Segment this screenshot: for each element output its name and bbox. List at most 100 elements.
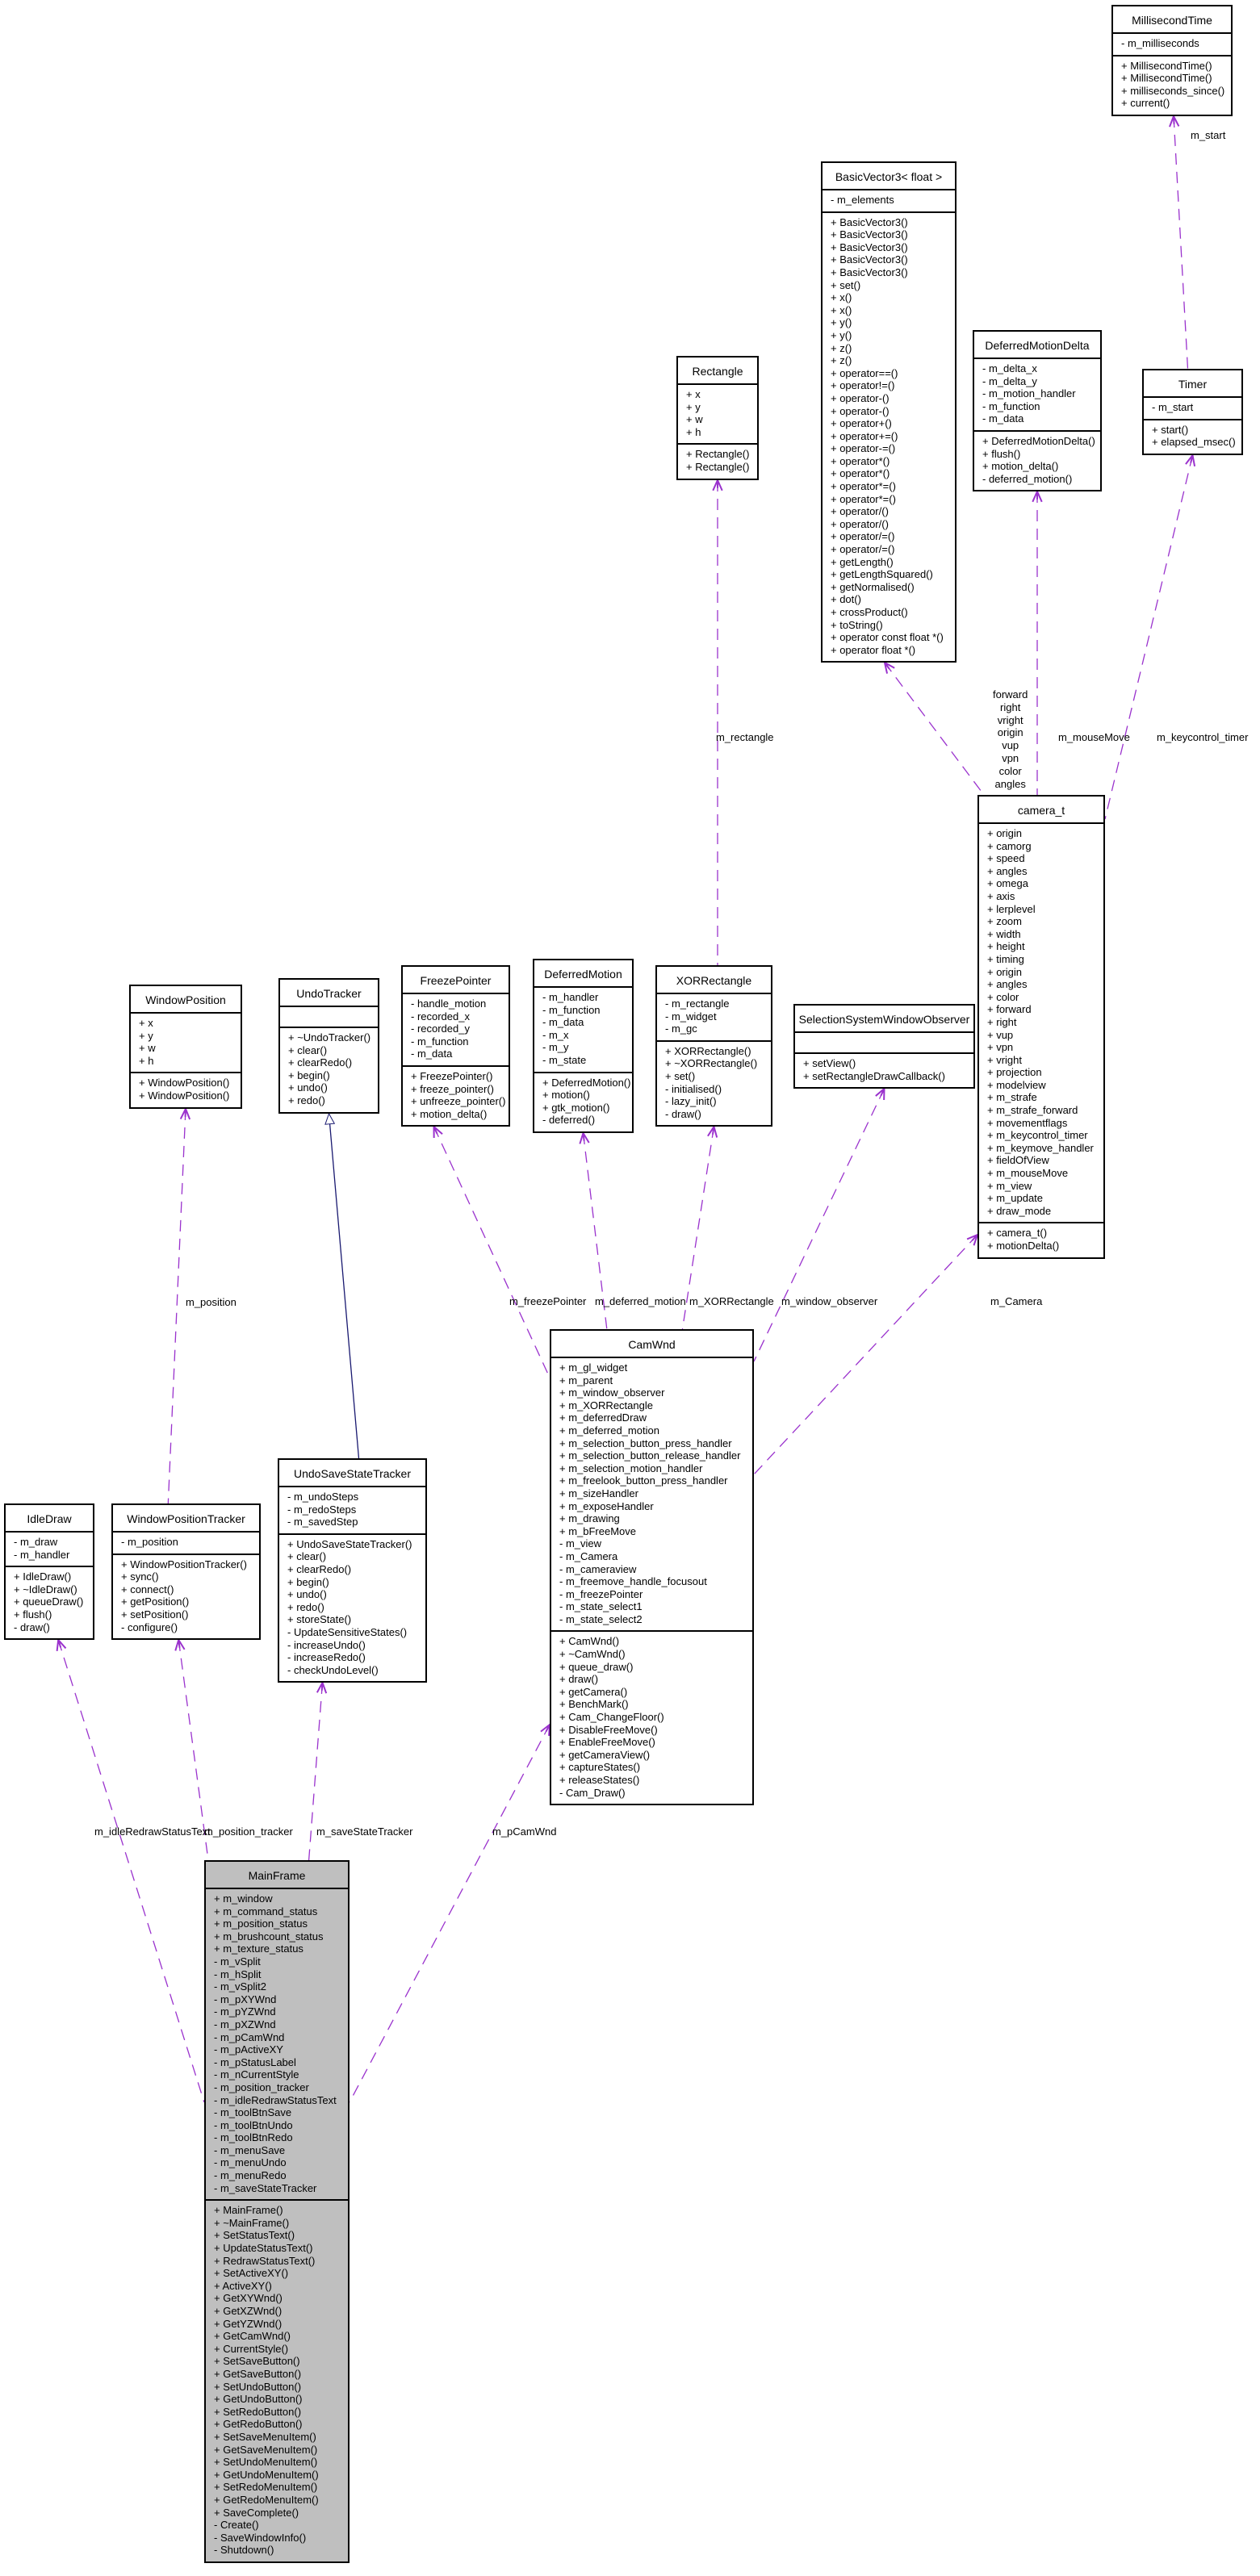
method: + IdleDraw()	[14, 1570, 72, 1583]
attribute: + w	[139, 1042, 156, 1055]
class-rectangle[interactable]: Rectangle + x + y + w + h + Rectangle() + Rect…	[676, 356, 759, 480]
method: + redo()	[287, 1600, 324, 1613]
attribute: + draw_mode	[987, 1204, 1052, 1217]
method: + start()	[1152, 423, 1189, 436]
attribute-list: - m_draw - m_handler	[6, 1533, 93, 1568]
method: + UpdateStatusText()	[214, 2242, 313, 2255]
method: + GetUndoButton()	[214, 2393, 303, 2406]
attribute: - recorded_y	[411, 1022, 470, 1035]
attribute: + h	[686, 425, 701, 438]
method: + operator==()	[831, 366, 898, 379]
method: + SetSaveMenuItem()	[214, 2430, 316, 2443]
attribute: - m_view	[559, 1537, 602, 1550]
class-main-frame[interactable]: MainFrame + m_window + m_command_status + m…	[204, 1860, 350, 2563]
class-cam-wnd[interactable]: CamWnd + m_gl_widget + m_parent + m_window_…	[550, 1329, 754, 1806]
method-list: + setView() + setRectangleDrawCallback()	[795, 1054, 973, 1087]
class-camera-t[interactable]: camera_t + origin + camorg + speed + angles +…	[977, 795, 1105, 1259]
method: + setPosition()	[121, 1608, 189, 1620]
attribute: - handle_motion	[411, 997, 487, 1010]
class-undo-save-state-tracker[interactable]: UndoSaveStateTracker - m_undoSteps - m_red…	[278, 1458, 427, 1683]
attribute: - m_rectangle	[665, 997, 730, 1010]
method: + ~MainFrame()	[214, 2216, 290, 2229]
edge-camera-basicvector3	[884, 662, 985, 796]
method: + Rectangle()	[686, 448, 750, 461]
attribute: - m_toolBtnSave	[214, 2106, 292, 2119]
method: + GetYZWnd()	[214, 2317, 283, 2330]
class-undo-tracker[interactable]: UndoTracker + ~UndoTracker() + clear() + cl…	[278, 978, 379, 1114]
attribute-list	[280, 1007, 378, 1028]
attribute: + speed	[987, 852, 1025, 865]
method: + GetRedoMenuItem()	[214, 2493, 319, 2506]
attribute: + m_position_status	[214, 1917, 308, 1930]
class-freeze-pointer[interactable]: FreezePointer - handle_motion - recorded_x…	[401, 965, 510, 1127]
method: + UndoSaveStateTracker()	[287, 1537, 412, 1550]
method: + DeferredMotion()	[542, 1076, 631, 1089]
class-name: SelectionSystemWindowObserver	[795, 1006, 973, 1033]
method: - increaseUndo()	[287, 1638, 366, 1651]
attribute: - recorded_x	[411, 1010, 470, 1022]
method: - Shutdown()	[214, 2544, 274, 2557]
method-list: + DeferredMotion() + motion() + gtk_motion…	[534, 1073, 632, 1131]
edge-camwnd-freezepointer	[433, 1126, 550, 1378]
method: + SetRedoButton()	[214, 2405, 302, 2418]
attribute: + w	[686, 413, 703, 426]
method: + operator-()	[831, 391, 890, 404]
edge-label-m-start: m_start	[1191, 129, 1226, 141]
method: - initialised()	[665, 1082, 722, 1095]
attribute-list: + x + y + w + h	[131, 1014, 241, 1074]
attribute: + origin	[987, 965, 1022, 978]
class-timer[interactable]: Timer - m_start + start() + elapsed_msec()	[1142, 369, 1243, 455]
method: + operator-=()	[831, 442, 896, 455]
method: + y()	[831, 328, 852, 341]
method: - lazy_init()	[665, 1095, 717, 1108]
attribute: + m_view	[987, 1179, 1032, 1192]
class-window-position-tracker[interactable]: WindowPositionTracker - m_position + Windo…	[111, 1503, 261, 1641]
attribute: + timing	[987, 952, 1024, 965]
method: + getLength()	[831, 555, 894, 568]
method: + motion_delta()	[411, 1107, 488, 1120]
attribute: + m_window	[214, 1892, 273, 1905]
method-list: + CamWnd() + ~CamWnd() + queue_draw() + dra…	[551, 1632, 752, 1804]
attribute: - m_function	[982, 399, 1040, 412]
method: - draw()	[14, 1620, 50, 1633]
attribute: + zoom	[987, 915, 1022, 928]
attribute: + m_drawing	[559, 1512, 620, 1525]
attribute: - m_state_select2	[559, 1612, 643, 1625]
attribute: + x	[686, 388, 701, 400]
method: + operator*=()	[831, 480, 896, 493]
method: + crossProduct()	[831, 606, 908, 618]
class-idle-draw[interactable]: IdleDraw - m_draw - m_handler + IdleDraw() +…	[4, 1503, 94, 1641]
attribute: - m_data	[542, 1016, 584, 1029]
class-basic-vector3[interactable]: BasicVector3< float > - m_elements + Basic…	[821, 161, 957, 663]
edge-camera-timer	[1104, 454, 1194, 820]
method: + SetActiveXY()	[214, 2267, 289, 2280]
attribute: + m_deferredDraw	[559, 1411, 647, 1424]
method: + EnableFreeMove()	[559, 1736, 655, 1749]
class-deferred-motion-delta[interactable]: DeferredMotionDelta - m_delta_x - m_delta_…	[973, 330, 1102, 492]
class-selection-system-window-observer[interactable]: SelectionSystemWindowObserver + setView()…	[793, 1004, 975, 1089]
attribute-list: - m_position	[113, 1533, 259, 1555]
method: + undo()	[288, 1081, 328, 1094]
attribute-list: + m_window + m_command_status + m_position…	[206, 1889, 348, 2202]
class-window-position[interactable]: WindowPosition + x + y + w + h + WindowPositi…	[129, 985, 242, 1109]
attribute: - m_data	[982, 412, 1024, 425]
attribute: + angles	[987, 978, 1028, 991]
attribute: + lerplevel	[987, 902, 1036, 915]
attribute: + angles	[987, 864, 1028, 877]
attribute: + x	[139, 1017, 153, 1029]
class-millisecond-time[interactable]: MillisecondTime - m_milliseconds + Millise…	[1111, 5, 1233, 116]
attribute: - m_function	[542, 1003, 601, 1016]
method-list: + FreezePointer() + freeze_pointer() + unf…	[403, 1067, 509, 1125]
method: + getNormalised()	[831, 580, 915, 593]
method: + motion_delta()	[982, 460, 1059, 473]
class-xor-rectangle[interactable]: XORRectangle - m_rectangle - m_widget - m_g…	[655, 965, 772, 1127]
edge-camera-basicvector3-arrowhead	[883, 661, 895, 674]
attribute: + projection	[987, 1066, 1042, 1079]
attribute: - m_handler	[542, 991, 599, 1003]
method: + set()	[665, 1069, 696, 1082]
edge-label-m-deferred-motion: m_deferred_motion	[595, 1295, 686, 1307]
class-deferred-motion[interactable]: DeferredMotion - m_handler - m_function - m…	[533, 959, 634, 1133]
method: + BasicVector3()	[831, 215, 908, 228]
attribute: - m_menuUndo	[214, 2156, 287, 2169]
attribute: + m_parent	[559, 1374, 613, 1386]
